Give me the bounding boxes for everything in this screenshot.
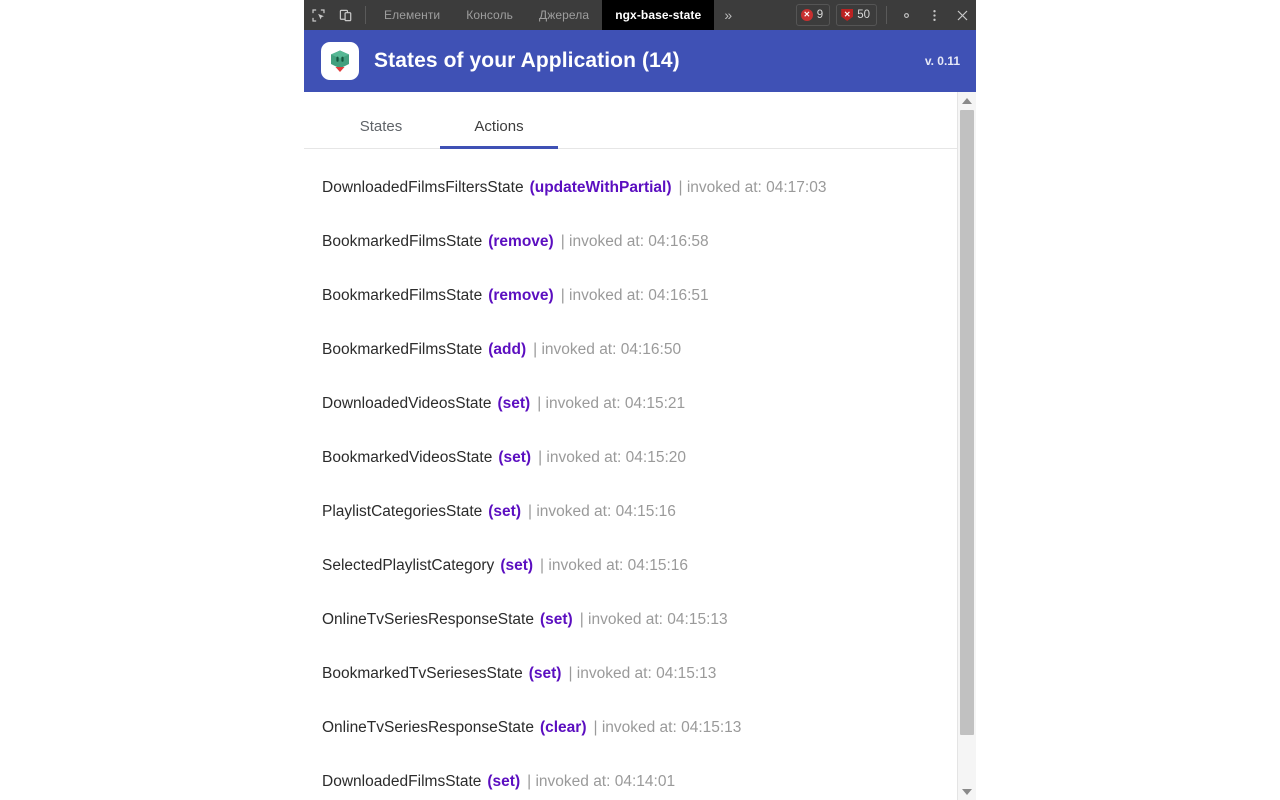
more-tabs-icon[interactable]: »	[714, 0, 742, 30]
action-name: (set)	[540, 611, 573, 629]
invoked-at: | invoked at: 04:15:13	[568, 665, 716, 683]
state-name: BookmarkedFilmsState	[322, 341, 482, 359]
warning-icon: ✕	[841, 9, 853, 21]
warning-badge[interactable]: ✕ 50	[836, 4, 877, 26]
app-version: v. 0.11	[925, 54, 960, 68]
state-name: BookmarkedFilmsState	[322, 287, 482, 305]
devtools-tab-console[interactable]: Консоль	[453, 0, 526, 30]
devtools-tab-list: Елементи Консоль Джерела ngx-base-state	[371, 0, 714, 30]
gear-icon[interactable]	[892, 0, 920, 30]
tab-states[interactable]: States	[322, 118, 440, 148]
invoked-at: | invoked at: 04:16:50	[533, 341, 681, 359]
state-name: BookmarkedTvSeriesesState	[322, 665, 523, 683]
state-name: BookmarkedVideosState	[322, 449, 492, 467]
tab-actions[interactable]: Actions	[440, 118, 558, 148]
extension-panel: States of your Application (14) v. 0.11 …	[304, 30, 976, 800]
list-item[interactable]: BookmarkedTvSeriesesState (set) | invoke…	[304, 647, 957, 701]
action-name: (set)	[487, 773, 520, 791]
action-name: (set)	[529, 665, 562, 683]
vertical-scrollbar[interactable]	[957, 92, 976, 800]
state-name: PlaylistCategoriesState	[322, 503, 482, 521]
devtools-tab-elements[interactable]: Елементи	[371, 0, 453, 30]
state-name: OnlineTvSeriesResponseState	[322, 719, 534, 737]
app-header: States of your Application (14) v. 0.11	[304, 30, 976, 92]
devtools-tab-ngx-base-state[interactable]: ngx-base-state	[602, 0, 714, 30]
list-item[interactable]: OnlineTvSeriesResponseState (set) | invo…	[304, 593, 957, 647]
error-badge[interactable]: ✕ 9	[796, 4, 830, 26]
action-name: (add)	[488, 341, 526, 359]
inspect-element-icon[interactable]	[304, 0, 332, 30]
invoked-at: | invoked at: 04:15:20	[538, 449, 686, 467]
state-name: BookmarkedFilmsState	[322, 233, 482, 251]
action-name: (set)	[497, 395, 530, 413]
close-icon[interactable]	[948, 0, 976, 30]
toolbar-spacer	[742, 0, 792, 30]
issue-badges: ✕ 9 ✕ 50	[792, 0, 881, 30]
list-item[interactable]: PlaylistCategoriesState (set) | invoked …	[304, 485, 957, 539]
warning-count: 50	[857, 9, 870, 21]
list-item[interactable]: DownloadedFilmsState (set) | invoked at:…	[304, 755, 957, 800]
invoked-at: | invoked at: 04:14:01	[527, 773, 675, 791]
action-name: (set)	[488, 503, 521, 521]
action-name: (updateWithPartial)	[530, 179, 672, 197]
ngx-base-state-logo-icon	[321, 42, 359, 80]
list-item[interactable]: OnlineTvSeriesResponseState (clear) | in…	[304, 701, 957, 755]
scrollbar-thumb[interactable]	[960, 110, 974, 735]
state-name: DownloadedFilmsFiltersState	[322, 179, 524, 197]
invoked-at: | invoked at: 04:15:21	[537, 395, 685, 413]
screen: Елементи Консоль Джерела ngx-base-state …	[0, 0, 1280, 800]
state-name: DownloadedVideosState	[322, 395, 491, 413]
scroll-down-arrow-icon[interactable]	[958, 783, 976, 800]
invoked-at: | invoked at: 04:16:51	[561, 287, 709, 305]
page-title: States of your Application (14)	[374, 49, 680, 73]
list-item[interactable]: DownloadedVideosState (set) | invoked at…	[304, 377, 957, 431]
state-name: DownloadedFilmsState	[322, 773, 481, 791]
action-name: (remove)	[488, 233, 553, 251]
state-name: OnlineTvSeriesResponseState	[322, 611, 534, 629]
action-name: (set)	[500, 557, 533, 575]
action-name: (remove)	[488, 287, 553, 305]
state-name: SelectedPlaylistCategory	[322, 557, 494, 575]
content-card: States Actions DownloadedFilmsFiltersSta…	[304, 92, 957, 800]
devtools-tab-sources[interactable]: Джерела	[526, 0, 602, 30]
invoked-at: | invoked at: 04:15:16	[540, 557, 688, 575]
devtools-toolbar: Елементи Консоль Джерела ngx-base-state …	[304, 0, 976, 30]
devtools-window: Елементи Консоль Джерела ngx-base-state …	[304, 0, 976, 800]
list-item[interactable]: BookmarkedFilmsState (remove) | invoked …	[304, 269, 957, 323]
invoked-at: | invoked at: 04:16:58	[561, 233, 709, 251]
list-item[interactable]: BookmarkedFilmsState (remove) | invoked …	[304, 215, 957, 269]
list-item[interactable]: DownloadedFilmsFiltersState (updateWithP…	[304, 161, 957, 215]
error-icon: ✕	[801, 9, 813, 21]
actions-list: DownloadedFilmsFiltersState (updateWithP…	[304, 149, 957, 800]
kebab-menu-icon[interactable]	[920, 0, 948, 30]
scroll-up-arrow-icon[interactable]	[958, 92, 976, 109]
toolbar-divider	[365, 6, 366, 24]
invoked-at: | invoked at: 04:15:13	[580, 611, 728, 629]
action-name: (clear)	[540, 719, 587, 737]
action-name: (set)	[498, 449, 531, 467]
invoked-at: | invoked at: 04:15:16	[528, 503, 676, 521]
invoked-at: | invoked at: 04:15:13	[593, 719, 741, 737]
list-item[interactable]: BookmarkedVideosState (set) | invoked at…	[304, 431, 957, 485]
list-item[interactable]: BookmarkedFilmsState (add) | invoked at:…	[304, 323, 957, 377]
error-count: 9	[817, 9, 823, 21]
tab-bar: States Actions	[304, 92, 957, 149]
invoked-at: | invoked at: 04:17:03	[679, 179, 827, 197]
toolbar-divider-2	[886, 6, 887, 24]
device-toolbar-icon[interactable]	[332, 0, 360, 30]
list-item[interactable]: SelectedPlaylistCategory (set) | invoked…	[304, 539, 957, 593]
